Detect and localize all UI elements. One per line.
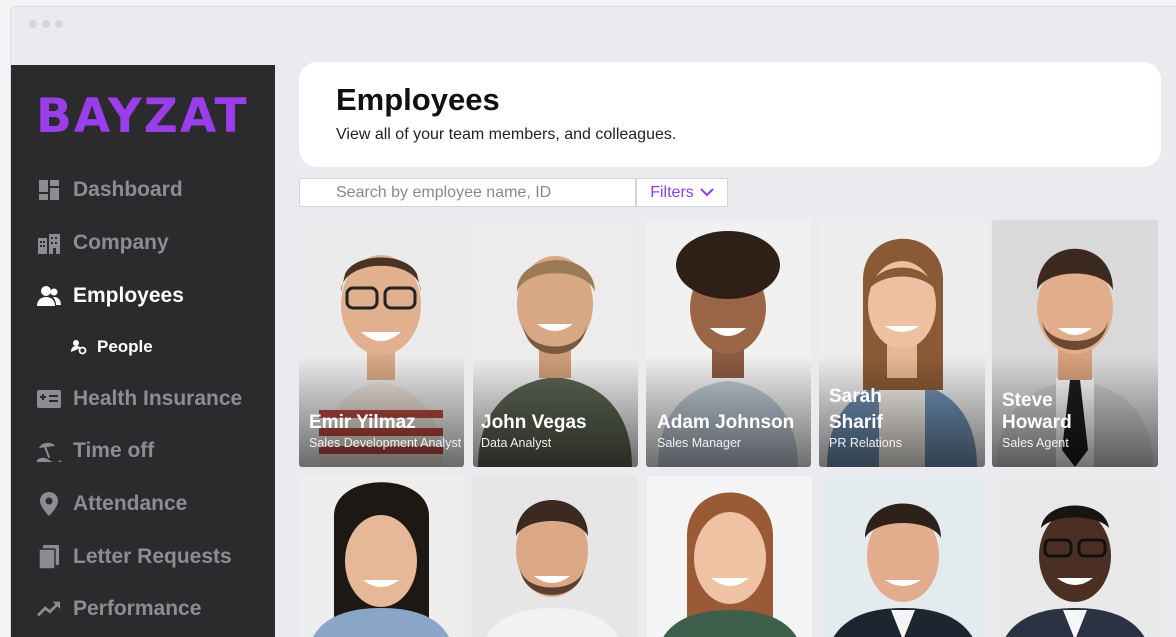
sidebar-item-people[interactable]: People — [71, 337, 153, 357]
sidebar-item-label: Time off — [73, 439, 155, 462]
employee-role: Sales Agent — [1002, 436, 1069, 450]
employee-name-line-1: Sarah — [829, 386, 882, 407]
employee-card[interactable]: John Vegas Data Analyst — [473, 224, 638, 467]
employee-photo — [821, 476, 986, 637]
sidebar-item-label: Company — [73, 231, 169, 254]
employee-name: John Vegas — [481, 412, 587, 433]
sidebar-item-label: People — [97, 337, 153, 356]
search-input[interactable] — [299, 178, 636, 207]
sidebar: BAYZAT Dashboard Company Employees Peopl… — [11, 65, 275, 637]
sidebar-item-label: Performance — [73, 597, 202, 620]
sidebar-item-health-insurance[interactable]: Health Insurance — [37, 387, 242, 411]
employee-role: Sales Development Analyst — [309, 436, 462, 450]
filters-button[interactable]: Filters — [636, 178, 728, 207]
page-header: Employees View all of your team members,… — [299, 62, 1161, 167]
sidebar-item-attendance[interactable]: Attendance — [37, 492, 187, 516]
person-settings-icon — [71, 339, 87, 355]
sidebar-item-employees[interactable]: Employees — [37, 284, 184, 308]
employee-role: Sales Manager — [657, 436, 742, 450]
sidebar-item-label: Employees — [73, 284, 184, 307]
chevron-down-icon — [700, 184, 714, 202]
sidebar-item-label: Dashboard — [73, 178, 183, 201]
window-controls — [29, 20, 63, 28]
document-icon — [37, 545, 61, 569]
employee-role: Data Analyst — [481, 436, 552, 450]
employee-name: Adam Johnson — [657, 412, 795, 433]
employee-card[interactable] — [995, 476, 1161, 637]
employee-photo — [472, 476, 637, 637]
close-dot-icon[interactable] — [29, 20, 37, 28]
dashboard-icon — [37, 179, 61, 201]
maximize-dot-icon[interactable] — [55, 20, 63, 28]
employee-name: Emir Yilmaz — [309, 412, 416, 433]
employee-card[interactable]: Adam Johnson Sales Manager — [646, 220, 811, 467]
employee-card[interactable] — [472, 476, 637, 637]
employee-card[interactable] — [299, 476, 464, 637]
sidebar-item-time-off[interactable]: Time off — [37, 439, 154, 463]
employee-card[interactable] — [821, 476, 986, 637]
sidebar-item-company[interactable]: Company — [37, 231, 169, 255]
employee-card[interactable]: Emir Yilmaz Sales Development Analyst — [299, 220, 464, 467]
brand-logo[interactable]: BAYZAT — [36, 89, 249, 144]
employee-role: PR Relations — [829, 436, 902, 450]
insurance-card-icon — [37, 388, 61, 410]
employee-card[interactable]: Sarah Sharif PR Relations — [819, 220, 985, 467]
employee-name-line-2: Sharif — [829, 412, 883, 433]
sidebar-item-label: Letter Requests — [73, 545, 232, 568]
employee-card[interactable]: Steve Howard Sales Agent — [992, 220, 1158, 467]
sidebar-item-dashboard[interactable]: Dashboard — [37, 178, 183, 202]
sidebar-item-letter-requests[interactable]: Letter Requests — [37, 545, 232, 569]
filters-label: Filters — [650, 183, 694, 201]
employee-photo — [995, 476, 1161, 637]
sidebar-item-label: Attendance — [73, 492, 188, 515]
page-title: Employees — [336, 82, 500, 117]
employee-name-line-2: Howard — [1002, 412, 1072, 433]
sidebar-item-performance[interactable]: Performance — [37, 597, 201, 621]
trend-arrow-icon — [37, 598, 61, 620]
employee-photo — [647, 476, 812, 637]
users-icon — [37, 285, 61, 307]
building-icon — [37, 232, 61, 254]
beach-icon — [37, 440, 61, 462]
location-pin-icon — [37, 492, 61, 516]
employee-photo — [299, 476, 464, 637]
page-subtitle: View all of your team members, and colle… — [336, 126, 677, 143]
employee-card[interactable] — [647, 476, 812, 637]
minimize-dot-icon[interactable] — [42, 20, 50, 28]
employee-name-line-1: Steve — [1002, 390, 1053, 411]
sidebar-item-label: Health Insurance — [73, 387, 243, 410]
